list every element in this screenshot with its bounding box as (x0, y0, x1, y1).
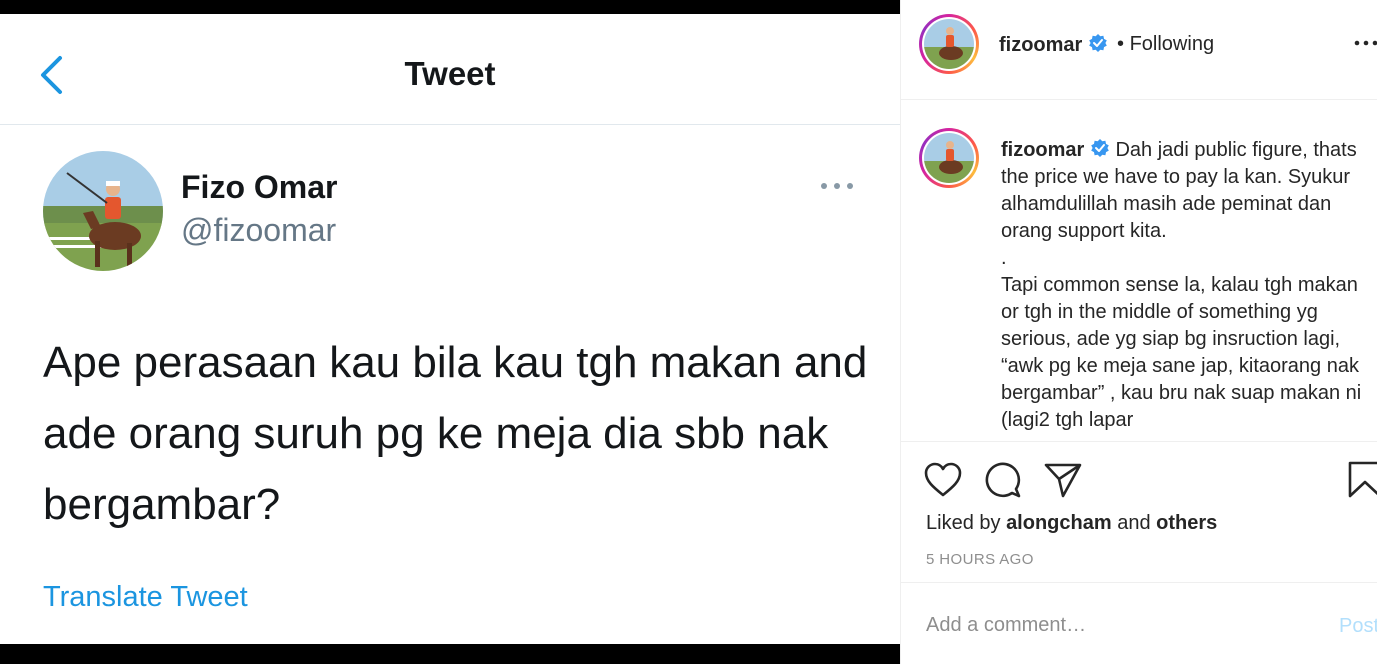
liker-username[interactable]: alongcham (1006, 512, 1112, 534)
page-title: Tweet (404, 55, 496, 92)
tweet-screenshot: Tweet Fizo Omar @fizoomar Ape perasaan k… (0, 0, 900, 664)
author-handle[interactable]: @fizoomar (181, 212, 336, 249)
verified-icon (1091, 139, 1109, 157)
caption-text: fizoomar Dah jadi public figure, thats t… (1001, 137, 1373, 434)
caption-username[interactable]: fizoomar (1001, 139, 1084, 161)
tweet-card: Tweet Fizo Omar @fizoomar Ape perasaan k… (0, 14, 900, 644)
follow-status[interactable]: • Following (1117, 33, 1214, 56)
avatar[interactable] (919, 128, 979, 188)
instagram-post-panel: fizoomar • Following fizoomar Dah jadi p… (900, 0, 1377, 664)
caption-body: Dah jadi public figure, thats the price … (1001, 139, 1362, 431)
post-comment-button[interactable]: Post (1339, 615, 1377, 638)
more-options-icon[interactable] (1353, 36, 1377, 50)
more-options-icon[interactable] (818, 176, 856, 196)
likes-others-link[interactable]: others (1156, 512, 1217, 534)
share-icon[interactable] (1043, 460, 1083, 500)
verified-icon (1089, 34, 1107, 52)
comment-input[interactable] (926, 614, 1306, 637)
bookmark-icon[interactable] (1345, 460, 1377, 500)
translate-tweet-link[interactable]: Translate Tweet (43, 581, 248, 614)
likes-summary: Liked by alongcham and others (926, 512, 1218, 534)
comment-bar: Post (901, 584, 1377, 664)
post-timestamp[interactable]: 5 HOURS AGO (926, 551, 1034, 568)
tweet-text: Ape perasaan kau bila kau tgh makan and … (43, 338, 868, 529)
username-link[interactable]: fizoomar (999, 33, 1108, 57)
post-actions: Liked by alongcham and others 5 HOURS AG… (901, 441, 1377, 583)
post-header: fizoomar • Following (901, 0, 1377, 100)
avatar[interactable] (43, 151, 163, 271)
tweet-header: Tweet (0, 14, 900, 125)
author-name[interactable]: Fizo Omar (181, 169, 337, 206)
caption-section: fizoomar Dah jadi public figure, thats t… (901, 101, 1377, 441)
heart-icon[interactable] (923, 460, 963, 500)
comment-icon[interactable] (983, 460, 1023, 500)
avatar[interactable] (919, 14, 979, 74)
